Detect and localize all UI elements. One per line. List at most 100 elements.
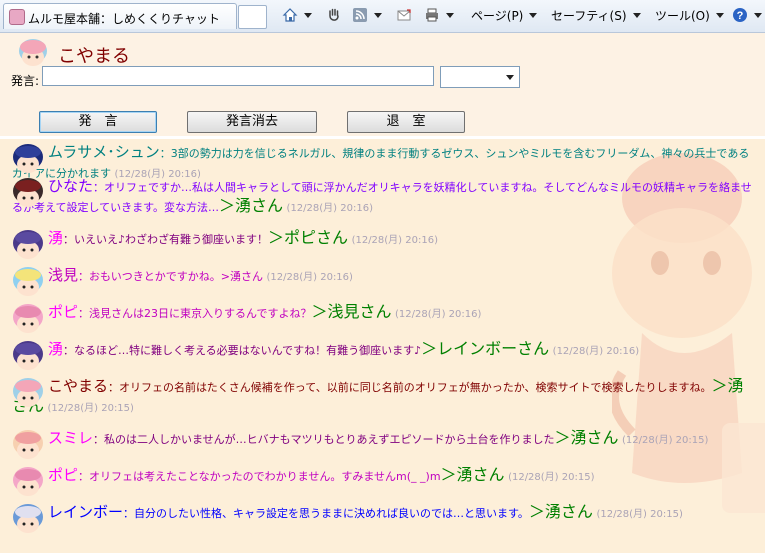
chat-avatar: [13, 267, 43, 296]
safety-menu[interactable]: セーフティ(S): [551, 6, 641, 24]
chat-header: こやまる 発言: 発 言 発言消去 退 室: [0, 33, 765, 136]
message-author: スミレ: [48, 429, 94, 447]
chat-message: ひなた：オリフェですか…私は人間キャラとして頭に浮かんだオリキャラを妖精化してい…: [12, 177, 752, 218]
message-author: ひなた: [48, 177, 94, 195]
message-author: 湧: [48, 340, 64, 358]
message-line: こやまる：オリフェの名前はたくさん候補を作って、以前に同じ名前のオリフェが無かっ…: [12, 377, 752, 418]
home-button[interactable]: [282, 6, 312, 24]
message-text: ：オリフェは考えたことなかったのでわかりません。すみませんm(_ _)m: [78, 470, 441, 483]
message-author: 浅見: [48, 266, 79, 284]
chat-avatar: [13, 341, 43, 370]
message-line: ポピ：オリフェは考えたことなかったのでわかりません。すみませんm(_ _)m＞湧…: [12, 466, 752, 487]
svg-text:?: ?: [737, 10, 744, 22]
chat-avatar: [13, 467, 43, 496]
chevron-down-icon: [529, 12, 538, 18]
message-author: レインボー: [48, 503, 124, 521]
message-author: こやまる: [48, 377, 109, 395]
feeds-button[interactable]: [352, 6, 382, 24]
chat-avatar: [13, 144, 43, 173]
message-recipient: ＞レインボーさん: [421, 339, 550, 358]
chat-avatar: [13, 430, 43, 459]
chat-avatar: [13, 230, 43, 259]
message-recipient: ＞湧さん: [219, 196, 284, 215]
message-text: ：いえいえ♪わざわざ有難う御座います！: [63, 233, 269, 246]
page-menu[interactable]: ページ(P): [471, 6, 538, 24]
chat-log[interactable]: ムラサメ･シュン：3部の勢力は力を信じるネルガル、規律のまま行動するゼウス、シュ…: [0, 139, 765, 553]
chat-message: ポピ：オリフェは考えたことなかったのでわかりません。すみませんm(_ _)m＞湧…: [12, 466, 752, 496]
leave-button[interactable]: 退 室: [347, 111, 465, 133]
message-author: 湧: [48, 229, 64, 247]
new-tab-button[interactable]: [238, 5, 267, 29]
message-text: ：私のは二人しかいませんが…ヒバナもマツリもとりあえずエピソードから土台を作りま…: [93, 433, 555, 446]
message-timestamp: (12/28(月) 20:16): [286, 203, 373, 214]
message-recipient: ＞ポピさん: [268, 228, 349, 247]
rss-feed-icon: [353, 8, 367, 22]
message-line: 湧：いえいえ♪わざわざ有難う御座います！＞ポピさん (12/28(月) 20:1…: [12, 229, 752, 250]
help-button[interactable]: ?: [732, 6, 762, 24]
chat-avatar: [13, 378, 43, 407]
username: こやまる: [58, 46, 130, 67]
message-timestamp: (12/28(月) 20:15): [596, 509, 683, 520]
chevron-down-icon: [715, 12, 724, 18]
tools-menu[interactable]: ツール(O): [655, 6, 724, 24]
clear-button[interactable]: 発言消去: [187, 111, 317, 133]
chat-message: 湧：なるほど…特に難しく考える必要はないんですね！有難う御座います♪＞レインボー…: [12, 340, 752, 370]
print-button[interactable]: [424, 6, 454, 24]
message-timestamp: (12/28(月) 20:15): [508, 472, 595, 483]
message-text: ：オリフェの名前はたくさん候補を作って、以前に同じ名前のオリフェが無かったか、検…: [108, 381, 712, 394]
chevron-down-icon[interactable]: [754, 12, 762, 18]
message-author: ポピ: [48, 466, 79, 484]
chat-avatar: [13, 504, 43, 533]
message-recipient: ＞浅見さん: [311, 302, 392, 321]
page-menu-label: ページ(P): [471, 8, 524, 23]
chat-message: ポピ：浅見さんは23日に東京入りするんですよね？＞浅見さん (12/28(月) …: [12, 302, 752, 333]
chat-message: スミレ：私のは二人しかいませんが…ヒバナもマツリもとりあえずエピソードから土台を…: [12, 429, 752, 459]
chevron-down-icon: [506, 75, 514, 80]
message-line: 湧：なるほど…特に難しく考える必要はないんですね！有難う御座います♪＞レインボー…: [12, 340, 752, 361]
message-text: ：自分のしたい性格、キャラ設定を思うままに決めれば良いのでは…と思います。: [123, 507, 529, 520]
tab-title: ムルモ屋本舗：しめくくりチャット: [28, 12, 220, 26]
chat-message: レインボー：自分のしたい性格、キャラ設定を思うままに決めれば良いのでは…と思いま…: [12, 503, 752, 533]
chevron-down-icon[interactable]: [446, 12, 454, 18]
message-timestamp: (12/28(月) 20:16): [552, 346, 640, 357]
message-line: ひなた：オリフェですか…私は人間キャラとして頭に浮かんだオリキャラを妖精化してい…: [12, 177, 752, 218]
message-text: ：おもいつきとかですかね。>湧さん: [78, 270, 264, 283]
chevron-down-icon[interactable]: [304, 12, 312, 18]
chat-message: 湧：いえいえ♪わざわざ有難う御座います！＞ポピさん (12/28(月) 20:1…: [12, 229, 752, 259]
message-author: ムラサメ･シュン: [48, 143, 160, 161]
message-timestamp: (12/28(月) 20:16): [351, 235, 438, 246]
chevron-down-icon[interactable]: [374, 12, 382, 18]
hand-icon: [329, 8, 339, 21]
color-select[interactable]: [440, 66, 520, 88]
chat-avatar: [13, 304, 43, 333]
message-timestamp: (12/28(月) 20:16): [266, 272, 353, 283]
mail-icon: [397, 9, 411, 21]
message-timestamp: (12/28(月) 20:16): [394, 309, 482, 320]
safety-menu-label: セーフティ(S): [551, 8, 627, 23]
chat-message: こやまる：オリフェの名前はたくさん候補を作って、以前に同じ名前のオリフェが無かっ…: [12, 377, 752, 418]
browser-toolbar: ムルモ屋本舗：しめくくりチャット ページ(P) セーフティ(S) ツール(O) …: [0, 0, 765, 33]
grab-button[interactable]: [326, 6, 342, 24]
message-recipient: ＞湧さん: [528, 502, 593, 521]
chat-avatar: [13, 178, 43, 207]
browser-tab[interactable]: ムルモ屋本舗：しめくくりチャット: [3, 3, 237, 29]
home-icon: [282, 8, 298, 22]
help-icon: ?: [733, 8, 747, 22]
say-button[interactable]: 発 言: [39, 111, 157, 133]
chevron-down-icon: [632, 12, 641, 18]
message-author: ポピ: [48, 303, 79, 321]
message-timestamp: (12/28(月) 20:15): [47, 403, 134, 414]
message-timestamp: (12/28(月) 20:15): [621, 435, 709, 446]
printer-icon: [426, 8, 438, 22]
user-avatar: [19, 39, 47, 66]
chat-page: こやまる 発言: 発 言 発言消去 退 室 ムラサメ･シュン：3部の勢力は力を信…: [0, 33, 765, 553]
mail-button[interactable]: [396, 6, 412, 24]
message-text: ：浅見さんは23日に東京入りするんですよね？: [78, 307, 312, 320]
say-label: 発言:: [11, 74, 40, 88]
chat-message: 浅見：おもいつきとかですかね。>湧さん (12/28(月) 20:16): [12, 266, 752, 296]
message-input[interactable]: [42, 66, 434, 86]
message-line: 浅見：おもいつきとかですかね。>湧さん (12/28(月) 20:16): [12, 266, 752, 287]
tools-menu-label: ツール(O): [655, 8, 710, 23]
message-line: レインボー：自分のしたい性格、キャラ設定を思うままに決めれば良いのでは…と思いま…: [12, 503, 752, 524]
message-text: ：なるほど…特に難しく考える必要はないんですね！有難う御座います♪: [63, 344, 422, 357]
